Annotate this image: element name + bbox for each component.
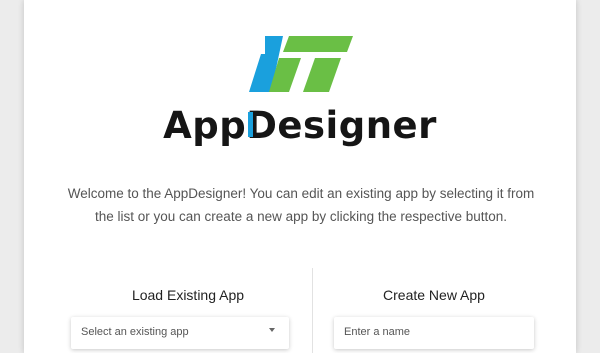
load-existing-title: Load Existing App: [131, 287, 245, 303]
welcome-text: Welcome to the AppDesigner! You can edit…: [67, 186, 535, 224]
existing-app-select-placeholder: Select an existing app: [81, 326, 189, 338]
create-new-title: Create New App: [383, 287, 485, 303]
brand-accent-letter: D: [246, 104, 278, 147]
section-divider: [312, 268, 313, 353]
brand-prefix: App: [163, 104, 247, 147]
logo-green-top: [283, 36, 353, 52]
chevron-down-icon: [269, 328, 275, 332]
appdesigner-logo-icon: [249, 36, 353, 92]
app-name-field[interactable]: [334, 317, 534, 349]
brand-suffix: esigner: [277, 104, 437, 147]
existing-app-select[interactable]: Select an existing app: [71, 317, 289, 349]
logo-green-right: [303, 58, 341, 92]
brand-wordmark: AppDesigner: [0, 104, 600, 147]
app-name-input[interactable]: [344, 326, 524, 338]
